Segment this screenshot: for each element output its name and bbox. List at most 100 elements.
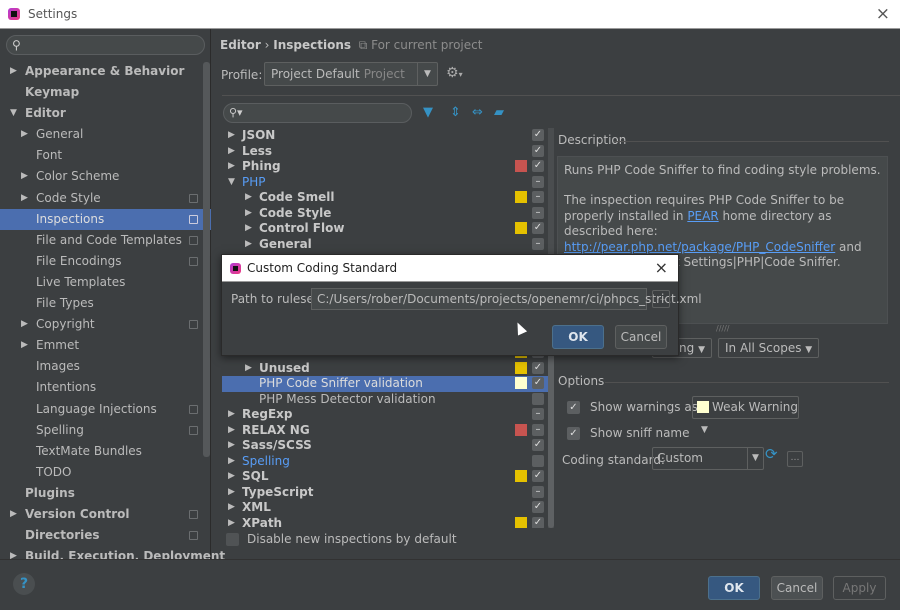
sidebar-item[interactable]: ▶ Code Style: [0, 188, 211, 209]
sidebar-item[interactable]: Intentions: [0, 377, 211, 398]
chevron-right-icon[interactable]: ▶: [245, 206, 252, 221]
inspection-row[interactable]: ▶ Unused ✓: [222, 361, 552, 377]
sidebar-item[interactable]: Plugins: [0, 483, 211, 504]
sidebar-item[interactable]: ▶ Emmet: [0, 335, 211, 356]
show-warnings-checkbox[interactable]: ✓ Show warnings as:: [567, 400, 702, 414]
chevron-right-icon[interactable]: ▶: [10, 504, 17, 525]
dialog-cancel-button[interactable]: Cancel: [615, 325, 667, 349]
refresh-icon[interactable]: ⟳: [765, 445, 778, 463]
inspection-row[interactable]: ▶ Code Style –: [222, 206, 552, 222]
sidebar-item[interactable]: Live Templates: [0, 272, 211, 293]
chevron-right-icon[interactable]: ▶: [245, 190, 252, 205]
sidebar-item[interactable]: File Types: [0, 293, 211, 314]
codesniffer-url-link[interactable]: http://pear.php.net/package/PHP_CodeSnif…: [564, 240, 835, 254]
checkbox-checked[interactable]: ✓: [532, 129, 544, 141]
reset-eraser-icon[interactable]: ▰: [494, 105, 504, 120]
chevron-right-icon[interactable]: ▶: [21, 188, 28, 209]
sidebar-item[interactable]: ▼ Editor: [0, 103, 211, 124]
ok-button[interactable]: OK: [708, 576, 760, 600]
inspection-row[interactable]: ▶ Control Flow ✓: [222, 221, 552, 237]
checkbox-partial[interactable]: –: [532, 237, 544, 250]
dialog-ok-button[interactable]: OK: [552, 325, 604, 349]
coding-standard-dropdown[interactable]: Custom ▼: [652, 447, 764, 470]
sidebar-item[interactable]: Images: [0, 356, 211, 377]
warning-level-dropdown[interactable]: Weak Warning ▼: [692, 396, 799, 435]
splitter-grip[interactable]: /////: [716, 324, 729, 333]
sidebar-item[interactable]: ▶ Appearance & Behavior: [0, 61, 211, 82]
help-icon[interactable]: ?: [13, 573, 35, 595]
sidebar-item[interactable]: File and Code Templates: [0, 230, 211, 251]
checkbox-checked[interactable]: ✓: [532, 222, 544, 234]
pear-link[interactable]: PEAR: [687, 209, 718, 223]
show-sniff-name-checkbox[interactable]: ✓ Show sniff name: [567, 426, 690, 440]
inspection-row[interactable]: ▶ XPath ✓: [222, 516, 552, 529]
sidebar-item[interactable]: File Encodings: [0, 251, 211, 272]
inspection-row[interactable]: ▶ Sass/SCSS ✓: [222, 438, 552, 454]
sidebar-search-input[interactable]: ⚲: [6, 35, 205, 55]
chevron-right-icon[interactable]: ▶: [228, 423, 235, 438]
profile-dropdown[interactable]: Project Default Project ▼: [264, 62, 438, 86]
inspection-row[interactable]: ▶ Code Smell –: [222, 190, 552, 206]
inspection-row[interactable]: ▶ TypeScript –: [222, 485, 552, 501]
close-icon[interactable]: ×: [876, 4, 890, 24]
collapse-all-icon[interactable]: ⇔: [472, 105, 483, 120]
chevron-right-icon[interactable]: ▶: [245, 237, 252, 252]
checkbox-partial[interactable]: –: [532, 408, 544, 420]
sidebar-item[interactable]: Keymap: [0, 82, 211, 103]
inspection-row[interactable]: ▼ PHP –: [222, 175, 552, 191]
chevron-right-icon[interactable]: ▶: [228, 516, 235, 529]
cancel-button[interactable]: Cancel: [771, 576, 823, 600]
sidebar-item[interactable]: Spelling: [0, 420, 211, 441]
checkbox-checked[interactable]: ✓: [532, 470, 544, 482]
chevron-right-icon[interactable]: ▶: [228, 159, 235, 174]
sidebar-item[interactable]: Language Injections: [0, 399, 211, 420]
expand-all-icon[interactable]: ⇕: [450, 105, 461, 120]
close-icon[interactable]: ×: [655, 258, 668, 277]
inspection-row[interactable]: ▶ General –: [222, 237, 552, 253]
chevron-down-icon[interactable]: ▼: [228, 175, 235, 190]
inspection-row[interactable]: ▶ XML ✓: [222, 500, 552, 516]
inspections-search-input[interactable]: ⚲▾: [223, 103, 412, 123]
chevron-right-icon[interactable]: ▶: [21, 166, 28, 187]
checkbox-checked[interactable]: ✓: [532, 501, 544, 513]
inspection-row[interactable]: ▶ Spelling: [222, 454, 552, 470]
checkbox-checked[interactable]: ✓: [532, 160, 544, 172]
checkbox-partial[interactable]: –: [532, 423, 544, 436]
sidebar-item[interactable]: TextMate Bundles: [0, 441, 211, 462]
coding-standard-browse-button[interactable]: …: [787, 451, 803, 467]
sidebar-item[interactable]: ▶ Version Control: [0, 504, 211, 525]
inspection-row[interactable]: ▶ SQL ✓: [222, 469, 552, 485]
checkbox-checked[interactable]: ✓: [532, 377, 544, 389]
inspections-scrollbar-thumb[interactable]: [548, 351, 554, 528]
inspection-row[interactable]: ▶ RegExp –: [222, 407, 552, 423]
sidebar-scrollbar[interactable]: [203, 62, 210, 457]
apply-button[interactable]: Apply: [833, 576, 886, 600]
chevron-right-icon[interactable]: ▶: [245, 361, 252, 376]
checkbox-partial[interactable]: –: [532, 485, 544, 498]
sidebar-item[interactable]: ▶ Color Scheme: [0, 166, 211, 187]
inspection-row[interactable]: ▶ RELAX NG –: [222, 423, 552, 439]
inspection-row[interactable]: ▶ Less ✓: [222, 144, 552, 160]
chevron-right-icon[interactable]: ▶: [228, 438, 235, 453]
sidebar-item[interactable]: ▶ General: [0, 124, 211, 145]
filter-icon[interactable]: ▼: [423, 105, 433, 120]
chevron-down-icon[interactable]: ▼: [10, 103, 17, 124]
chevron-right-icon[interactable]: ▶: [10, 61, 17, 82]
checkbox-checked[interactable]: ✓: [532, 439, 544, 451]
sidebar-item[interactable]: TODO: [0, 462, 211, 483]
checkbox-unchecked[interactable]: [532, 392, 544, 405]
checkbox-checked[interactable]: ✓: [532, 361, 544, 374]
chevron-right-icon[interactable]: ▶: [21, 124, 28, 145]
checkbox-checked[interactable]: ✓: [532, 516, 544, 528]
chevron-right-icon[interactable]: ▶: [228, 485, 235, 500]
ruleset-path-input[interactable]: C:/Users/rober/Documents/projects/openem…: [311, 288, 702, 310]
chevron-right-icon[interactable]: ▶: [21, 335, 28, 356]
chevron-right-icon[interactable]: ▶: [21, 314, 28, 335]
sidebar-item[interactable]: ▶ Copyright: [0, 314, 211, 335]
checkbox-checked[interactable]: ✓: [532, 144, 544, 157]
checkbox-partial[interactable]: –: [532, 191, 544, 203]
inspection-row[interactable]: PHP Mess Detector validation: [222, 392, 552, 408]
scope-dropdown[interactable]: In All Scopes ▼: [718, 338, 820, 358]
chevron-right-icon[interactable]: ▶: [228, 500, 235, 515]
chevron-right-icon[interactable]: ▶: [228, 144, 235, 159]
